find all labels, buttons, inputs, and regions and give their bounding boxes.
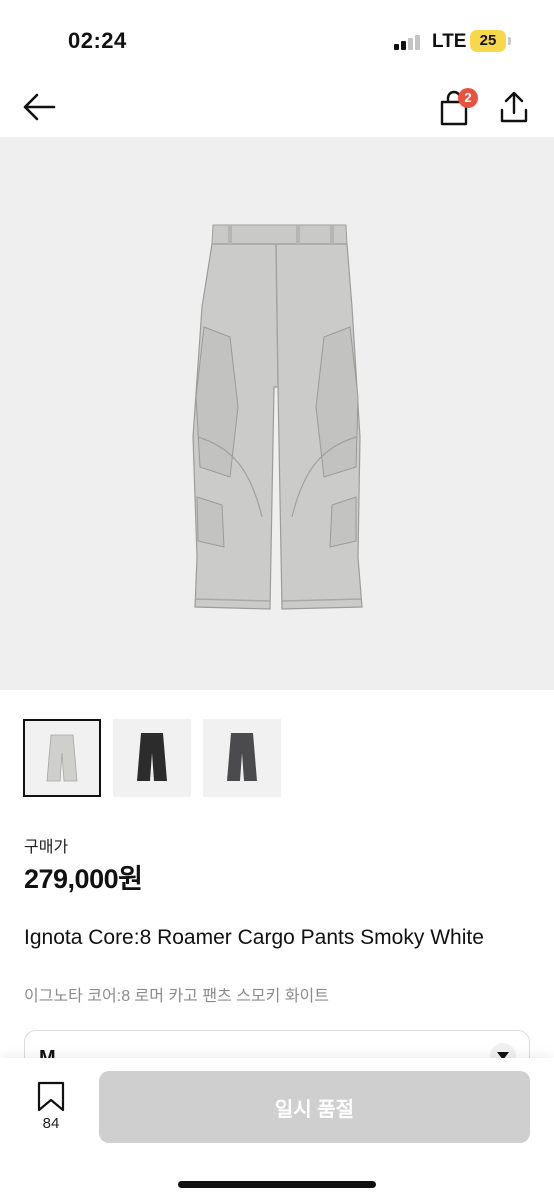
thumbnail-3[interactable] bbox=[203, 719, 281, 797]
cargo-pants-thumbnail bbox=[227, 733, 257, 781]
bookmark-count: 84 bbox=[42, 1115, 60, 1132]
price-value: 279,000원 bbox=[24, 864, 143, 894]
status-bar: 02:24 LTE 25 bbox=[0, 0, 554, 80]
share-icon bbox=[500, 91, 528, 123]
product-image[interactable] bbox=[0, 137, 554, 690]
network-type: LTE bbox=[432, 31, 467, 52]
share-button[interactable] bbox=[498, 90, 530, 124]
thumbnail-2[interactable] bbox=[113, 719, 191, 797]
price-label: 구매가 bbox=[24, 839, 69, 856]
product-name-korean: 이그노타 코어:8 로머 카고 팬츠 스모키 화이트 bbox=[24, 988, 329, 1005]
cellular-signal-icon bbox=[394, 34, 422, 50]
bottom-action-bar: 84 일시 품절 bbox=[0, 1058, 554, 1200]
sold-out-button[interactable]: 일시 품절 bbox=[99, 1071, 530, 1143]
battery-icon: 25 bbox=[470, 30, 506, 52]
cart-count-badge: 2 bbox=[458, 88, 478, 108]
product-name: Ignota Core:8 Roamer Cargo Pants Smoky W… bbox=[24, 926, 484, 949]
battery-level: 25 bbox=[479, 32, 497, 49]
home-indicator bbox=[178, 1181, 376, 1188]
status-time: 02:24 bbox=[68, 28, 127, 53]
cargo-pants-thumbnail bbox=[137, 733, 167, 781]
battery-cap bbox=[508, 37, 511, 45]
arrow-left-icon bbox=[23, 93, 56, 121]
back-button[interactable] bbox=[22, 92, 56, 122]
cargo-pants-image bbox=[192, 224, 363, 610]
cargo-pants-thumbnail bbox=[46, 734, 78, 782]
bookmark-icon bbox=[37, 1081, 65, 1112]
thumbnail-1[interactable] bbox=[23, 719, 101, 797]
bookmark-button[interactable]: 84 bbox=[30, 1080, 72, 1136]
